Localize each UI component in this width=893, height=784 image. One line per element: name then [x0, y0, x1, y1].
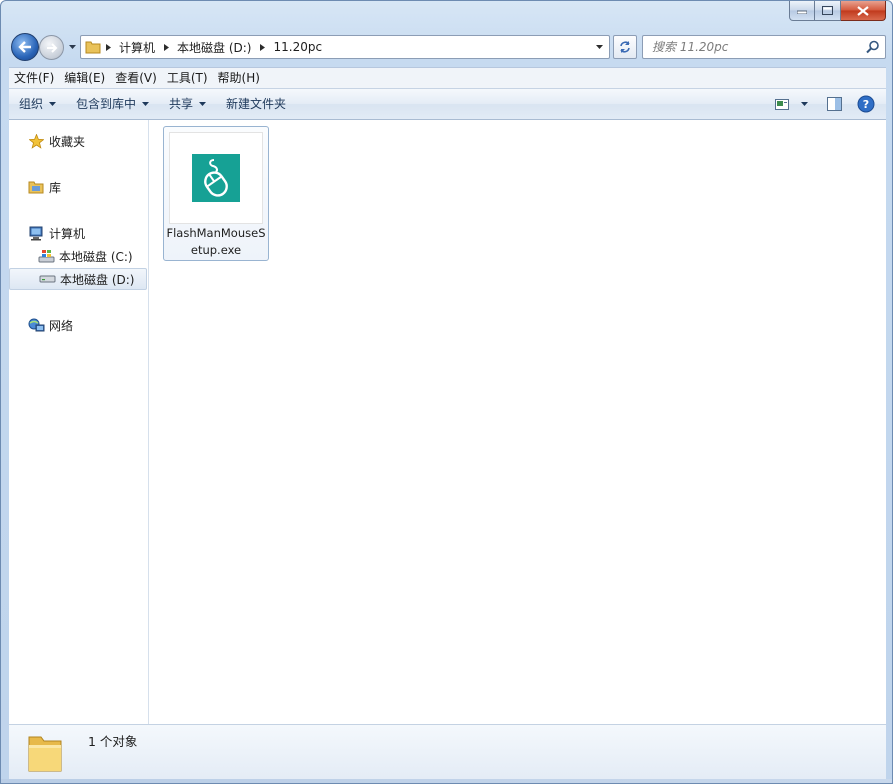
organize-button[interactable]: 组织 [9, 89, 66, 119]
menu-file[interactable]: 文件(F) [9, 68, 59, 88]
chevron-down-icon [595, 45, 603, 49]
menu-bar: 文件(F) 编辑(E) 查看(V) 工具(T) 帮助(H) [9, 67, 886, 88]
mouse-app-icon [192, 154, 240, 202]
more-views-dropdown[interactable] [796, 92, 812, 116]
maximize-icon [822, 6, 833, 15]
caption-buttons [789, 1, 886, 21]
menu-view[interactable]: 查看(V) [110, 68, 162, 88]
sidebar-label-favorites: 收藏夹 [49, 134, 86, 149]
menu-edit[interactable]: 编辑(E) [59, 68, 110, 88]
address-history-dropdown[interactable] [591, 36, 607, 58]
file-name: FlashManMouseSetup.exe [166, 226, 266, 257]
forward-arrow-icon [46, 42, 57, 53]
sidebar-label-libraries: 库 [49, 180, 62, 195]
address-bar[interactable]: 计算机 本地磁盘 (D:) 11.20pc [80, 35, 610, 59]
preview-pane-icon [826, 97, 842, 111]
chevron-down-icon [49, 102, 57, 106]
minimize-button[interactable] [789, 1, 815, 21]
breadcrumb-separator-icon[interactable] [101, 43, 115, 51]
organize-label: 组织 [19, 97, 44, 111]
library-icon [27, 179, 45, 195]
menu-tools[interactable]: 工具(T) [162, 68, 213, 88]
sidebar-item-drive-d[interactable]: 本地磁盘 (D:) [9, 268, 147, 290]
folder-icon [28, 736, 62, 772]
breadcrumb-separator-icon[interactable] [159, 43, 173, 51]
search-input[interactable] [643, 40, 853, 54]
sidebar-label-network: 网络 [49, 318, 74, 333]
svg-text:?: ? [863, 98, 869, 111]
share-label: 共享 [169, 97, 194, 111]
file-item[interactable]: FlashManMouseSetup.exe [163, 126, 269, 261]
back-button[interactable] [11, 33, 39, 61]
preview-pane-button[interactable] [820, 92, 848, 116]
view-controls: ? [768, 89, 886, 119]
file-thumbnail [169, 132, 263, 224]
computer-icon [27, 225, 45, 241]
details-pane: 1 个对象 [9, 724, 886, 779]
breadcrumb-separator-icon[interactable] [255, 43, 269, 51]
new-folder-button[interactable]: 新建文件夹 [216, 89, 296, 119]
folder-icon [85, 41, 101, 54]
refresh-button[interactable] [613, 35, 637, 59]
minimize-icon [797, 10, 807, 14]
include-in-library-button[interactable]: 包含到库中 [66, 89, 159, 119]
drive-icon [38, 271, 56, 287]
view-icon [775, 98, 789, 110]
star-icon [27, 133, 45, 149]
chevron-down-icon [68, 45, 76, 49]
search-box[interactable] [642, 35, 886, 59]
help-icon: ? [857, 95, 875, 113]
include-in-library-label: 包含到库中 [76, 97, 137, 111]
sidebar-item-libraries[interactable]: 库 [9, 176, 147, 198]
chevron-down-icon [800, 102, 808, 106]
maximize-button[interactable] [815, 1, 841, 21]
new-folder-label: 新建文件夹 [226, 97, 287, 111]
window-bottom-border [1, 779, 892, 783]
breadcrumb-drive-d[interactable]: 本地磁盘 (D:) [173, 39, 255, 56]
chevron-down-icon [199, 102, 207, 106]
change-view-button[interactable] [768, 92, 796, 116]
close-button[interactable] [841, 1, 886, 21]
navigation-bar: 计算机 本地磁盘 (D:) 11.20pc [9, 31, 886, 63]
sidebar-item-drive-c[interactable]: 本地磁盘 (C:) [9, 245, 147, 267]
navigation-pane: 收藏夹 库 计算机 本地磁盘 (C:) 本地磁盘 (D:) 网络 [9, 120, 149, 724]
system-drive-icon [37, 248, 55, 264]
sidebar-label-computer: 计算机 [49, 226, 86, 241]
forward-button[interactable] [39, 35, 64, 60]
sidebar-item-computer[interactable]: 计算机 [9, 222, 147, 244]
content-area: 收藏夹 库 计算机 本地磁盘 (C:) 本地磁盘 (D:) 网络 FlashMa… [9, 120, 886, 724]
sidebar-label-drive-c: 本地磁盘 (C:) [59, 249, 133, 264]
menu-help[interactable]: 帮助(H) [213, 68, 265, 88]
sidebar-label-drive-d: 本地磁盘 (D:) [60, 272, 135, 287]
chevron-down-icon [142, 102, 150, 106]
command-bar: 组织 包含到库中 共享 新建文件夹 ? [9, 88, 886, 120]
explorer-window: 计算机 本地磁盘 (D:) 11.20pc 文件(F) 编辑(E) 查看(V) … [0, 0, 893, 784]
refresh-icon [620, 41, 630, 53]
share-button[interactable]: 共享 [159, 89, 216, 119]
sidebar-item-network[interactable]: 网络 [9, 314, 147, 336]
search-icon[interactable] [866, 40, 880, 54]
recent-pages-dropdown[interactable] [66, 41, 78, 53]
sidebar-item-favorites[interactable]: 收藏夹 [9, 130, 147, 152]
close-icon [857, 5, 869, 16]
breadcrumb-computer[interactable]: 计算机 [115, 39, 159, 56]
help-button[interactable]: ? [852, 92, 880, 116]
back-arrow-icon [18, 41, 31, 53]
file-list: FlashManMouseSetup.exe [149, 120, 886, 724]
breadcrumb-current-folder[interactable]: 11.20pc [269, 40, 326, 54]
network-icon [27, 317, 45, 333]
item-count: 1 个对象 [88, 734, 138, 749]
